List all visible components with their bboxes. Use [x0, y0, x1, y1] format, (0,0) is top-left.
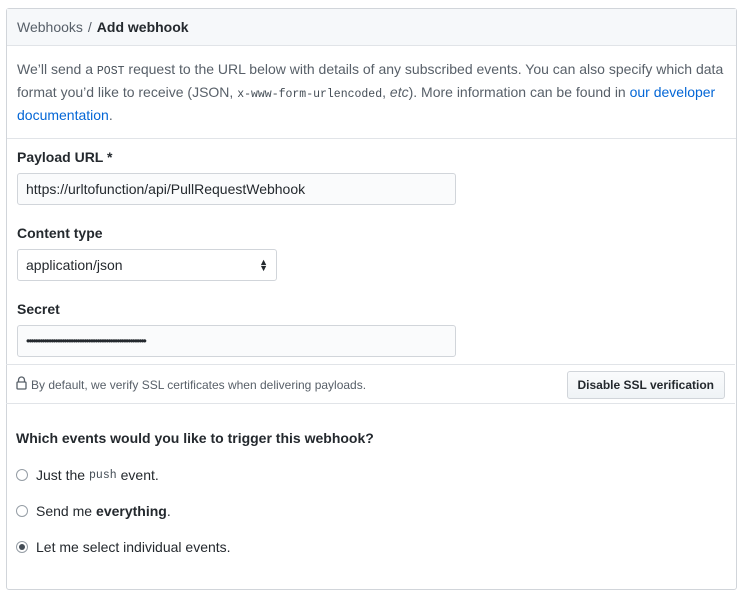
- option-text: event.: [120, 467, 159, 483]
- radio-everything[interactable]: Send me everything .: [16, 503, 171, 519]
- secret-value: ••••••••••••••••••••••••••••••••••••••••…: [26, 334, 147, 348]
- push-code: push: [89, 468, 117, 482]
- description-part: We’ll send a: [17, 61, 97, 77]
- page-title: Add webhook: [96, 19, 189, 35]
- radio-button[interactable]: [16, 505, 28, 517]
- content-type-select[interactable]: application/json ▲ ▼: [17, 249, 277, 281]
- etc-text: etc: [389, 84, 409, 100]
- option-text: Let me select individual events.: [36, 539, 231, 555]
- events-question: Which events would you like to trigger t…: [16, 430, 374, 446]
- ssl-verification-row: By default, we verify SSL certificates w…: [6, 364, 735, 404]
- radio-push-event[interactable]: Just the push event.: [16, 467, 159, 483]
- radio-button[interactable]: [16, 469, 28, 481]
- description-text: We’ll send a POST request to the URL bel…: [7, 46, 736, 139]
- secret-input[interactable]: ••••••••••••••••••••••••••••••••••••••••…: [17, 325, 456, 357]
- option-text: Send me: [36, 503, 93, 519]
- content-type-label: Content type: [17, 225, 103, 241]
- breadcrumb: Webhooks / Add webhook: [7, 9, 736, 46]
- breadcrumb-separator: /: [87, 19, 92, 35]
- content-type-value: application/json: [26, 257, 123, 273]
- ssl-info: By default, we verify SSL certificates w…: [16, 376, 366, 393]
- disable-ssl-verification-button[interactable]: Disable SSL verification: [566, 371, 725, 399]
- payload-url-label: Payload URL *: [17, 149, 113, 165]
- radio-individual-events[interactable]: Let me select individual events.: [16, 539, 231, 555]
- description-part: .: [108, 107, 113, 123]
- lock-icon: [16, 376, 27, 393]
- description-part: ). More information can be found in: [408, 84, 630, 100]
- description-part: ,: [382, 84, 390, 100]
- webhook-form: Payload URL * https://urltofunction/api/…: [7, 139, 736, 385]
- radio-button-checked[interactable]: [16, 541, 28, 553]
- post-method-code: POST: [96, 65, 125, 78]
- secret-label: Secret: [17, 301, 60, 317]
- payload-url-value: https://urltofunction/api/PullRequestWeb…: [26, 181, 306, 197]
- option-text: Just the: [36, 467, 86, 483]
- everything-text: everything: [96, 503, 167, 519]
- ssl-info-text: By default, we verify SSL certificates w…: [31, 377, 367, 392]
- payload-url-input[interactable]: https://urltofunction/api/PullRequestWeb…: [17, 173, 456, 205]
- breadcrumb-webhooks-link[interactable]: Webhooks: [17, 19, 83, 35]
- select-caret-icon: ▲ ▼: [259, 257, 268, 273]
- option-text: .: [166, 503, 171, 519]
- format-code: x-www-form-urlencoded: [237, 88, 383, 101]
